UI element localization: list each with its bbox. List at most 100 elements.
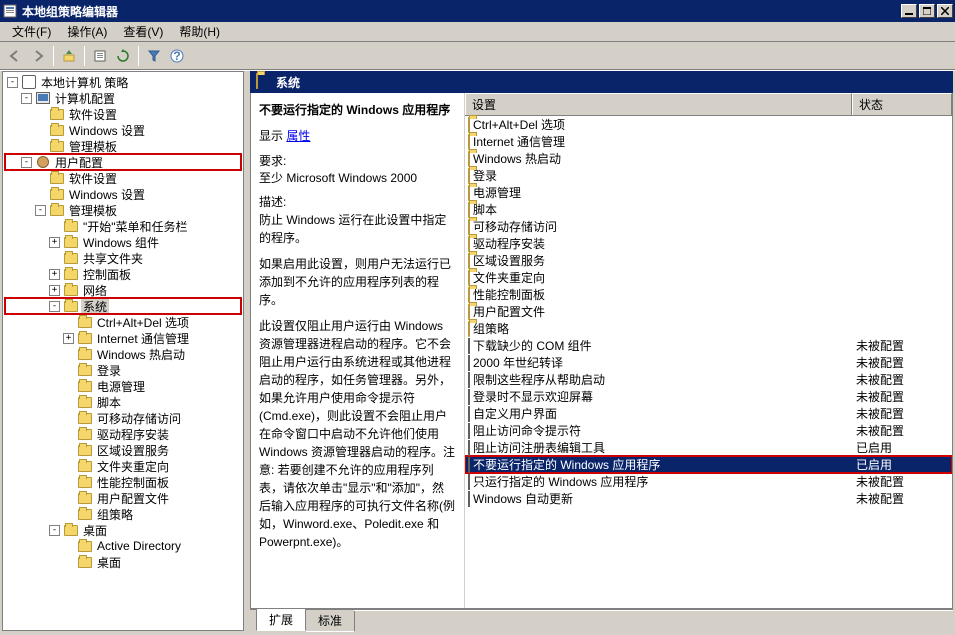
minimize-button[interactable]	[901, 4, 917, 18]
tree-item[interactable]: Windows 设置	[5, 186, 241, 202]
right-header-title: 系统	[276, 74, 300, 91]
tree-item[interactable]: -本地计算机 策略	[5, 74, 241, 90]
expand-icon[interactable]: +	[49, 237, 60, 248]
list-item[interactable]: 登录	[465, 167, 952, 184]
tree-item[interactable]: 文件夹重定向	[5, 458, 241, 474]
list-item[interactable]: 阻止访问命令提示符未被配置	[465, 422, 952, 439]
refresh-button[interactable]	[112, 45, 134, 67]
tree-item[interactable]: 驱动程序安装	[5, 426, 241, 442]
tree-item[interactable]: -管理模板	[5, 202, 241, 218]
folder-icon	[468, 186, 470, 200]
folder-icon	[468, 152, 470, 166]
list-item[interactable]: Ctrl+Alt+Del 选项	[465, 116, 952, 133]
folder-icon	[77, 490, 93, 506]
collapse-icon[interactable]: -	[7, 77, 18, 88]
list-item[interactable]: 不要运行指定的 Windows 应用程序已启用	[465, 456, 952, 473]
list-item[interactable]: 文件夹重定向	[465, 269, 952, 286]
list-item[interactable]: 区域设置服务	[465, 252, 952, 269]
tree-item[interactable]: Windows 热启动	[5, 346, 241, 362]
tree-item[interactable]: +网络	[5, 282, 241, 298]
list-pane[interactable]: 设置 状态 Ctrl+Alt+Del 选项Internet 通信管理Window…	[465, 93, 952, 608]
folder-icon	[77, 554, 93, 570]
column-name[interactable]: 设置	[465, 93, 852, 115]
tree-item[interactable]: 可移动存储访问	[5, 410, 241, 426]
expand-icon[interactable]: +	[49, 285, 60, 296]
tree-item[interactable]: 软件设置	[5, 106, 241, 122]
tree-item[interactable]: Ctrl+Alt+Del 选项	[5, 314, 241, 330]
list-item[interactable]: 组策略	[465, 320, 952, 337]
tree-item[interactable]: Active Directory	[5, 538, 241, 554]
tree-item[interactable]: + Internet 通信管理	[5, 330, 241, 346]
tree-item[interactable]: Windows 设置	[5, 122, 241, 138]
folder-icon	[468, 254, 470, 268]
right-header: 系统	[250, 71, 953, 93]
list-item[interactable]: 驱动程序安装	[465, 235, 952, 252]
collapse-icon[interactable]: -	[35, 205, 46, 216]
list-item[interactable]: 只运行指定的 Windows 应用程序未被配置	[465, 473, 952, 490]
folder-icon	[63, 250, 79, 266]
tree-item[interactable]: 性能控制面板	[5, 474, 241, 490]
tree-item[interactable]: -系统	[5, 298, 241, 314]
properties-button[interactable]	[89, 45, 111, 67]
list-item[interactable]: 用户配置文件	[465, 303, 952, 320]
help-button[interactable]: ?	[166, 45, 188, 67]
tree-item[interactable]: 软件设置	[5, 170, 241, 186]
expand-icon[interactable]: +	[63, 333, 74, 344]
close-button[interactable]	[937, 4, 953, 18]
list-item[interactable]: 阻止访问注册表编辑工具已启用	[465, 439, 952, 456]
tree-item[interactable]: "开始"菜单和任务栏	[5, 218, 241, 234]
tree-item[interactable]: +Windows 组件	[5, 234, 241, 250]
list-item[interactable]: 电源管理	[465, 184, 952, 201]
tree-panel[interactable]: -本地计算机 策略-计算机配置软件设置Windows 设置管理模板-用户配置软件…	[2, 71, 244, 631]
list-item[interactable]: 2000 年世纪转译未被配置	[465, 354, 952, 371]
list-item-name-cell: 区域设置服务	[465, 252, 852, 269]
tree-item-label: 共享文件夹	[81, 250, 145, 267]
tab-extended[interactable]: 扩展	[256, 609, 306, 631]
tree-item[interactable]: -计算机配置	[5, 90, 241, 106]
list-item[interactable]: 登录时不显示欢迎屏幕未被配置	[465, 388, 952, 405]
tree-item[interactable]: 脚本	[5, 394, 241, 410]
menu-view[interactable]: 查看(V)	[115, 21, 171, 42]
list-item-name: 阻止访问注册表编辑工具	[473, 439, 605, 456]
collapse-icon[interactable]: -	[49, 301, 60, 312]
up-button[interactable]	[58, 45, 80, 67]
tree-item[interactable]: 管理模板	[5, 138, 241, 154]
collapse-icon[interactable]: -	[49, 525, 60, 536]
folder-icon	[77, 410, 93, 426]
setting-icon	[468, 407, 470, 421]
tree-item[interactable]: 共享文件夹	[5, 250, 241, 266]
tree-item[interactable]: 电源管理	[5, 378, 241, 394]
menu-action[interactable]: 操作(A)	[59, 21, 115, 42]
column-state[interactable]: 状态	[852, 93, 952, 115]
expander-blank	[63, 413, 74, 424]
properties-link[interactable]: 属性	[286, 129, 310, 143]
tree-item[interactable]: 组策略	[5, 506, 241, 522]
collapse-icon[interactable]: -	[21, 93, 32, 104]
collapse-icon[interactable]: -	[21, 157, 32, 168]
tree-item-label: Internet 通信管理	[95, 330, 191, 347]
list-item[interactable]: 自定义用户界面未被配置	[465, 405, 952, 422]
folder-icon	[77, 394, 93, 410]
tree-item[interactable]: 登录	[5, 362, 241, 378]
tree-item[interactable]: -桌面	[5, 522, 241, 538]
list-item[interactable]: 可移动存储访问	[465, 218, 952, 235]
filter-button[interactable]	[143, 45, 165, 67]
maximize-button[interactable]	[919, 4, 935, 18]
list-item[interactable]: Internet 通信管理	[465, 133, 952, 150]
menu-file[interactable]: 文件(F)	[4, 21, 59, 42]
tree-item[interactable]: +控制面板	[5, 266, 241, 282]
list-item[interactable]: 性能控制面板	[465, 286, 952, 303]
app-icon	[2, 3, 18, 19]
list-item[interactable]: 下载缺少的 COM 组件未被配置	[465, 337, 952, 354]
list-item[interactable]: Windows 自动更新未被配置	[465, 490, 952, 507]
tree-item[interactable]: 用户配置文件	[5, 490, 241, 506]
tab-standard[interactable]: 标准	[305, 610, 355, 632]
tree-item[interactable]: 区域设置服务	[5, 442, 241, 458]
list-item[interactable]: 限制这些程序从帮助启动未被配置	[465, 371, 952, 388]
expand-icon[interactable]: +	[49, 269, 60, 280]
list-item[interactable]: 脚本	[465, 201, 952, 218]
list-item[interactable]: Windows 热启动	[465, 150, 952, 167]
menu-help[interactable]: 帮助(H)	[171, 21, 228, 42]
tree-item[interactable]: -用户配置	[5, 154, 241, 170]
tree-item[interactable]: 桌面	[5, 554, 241, 570]
